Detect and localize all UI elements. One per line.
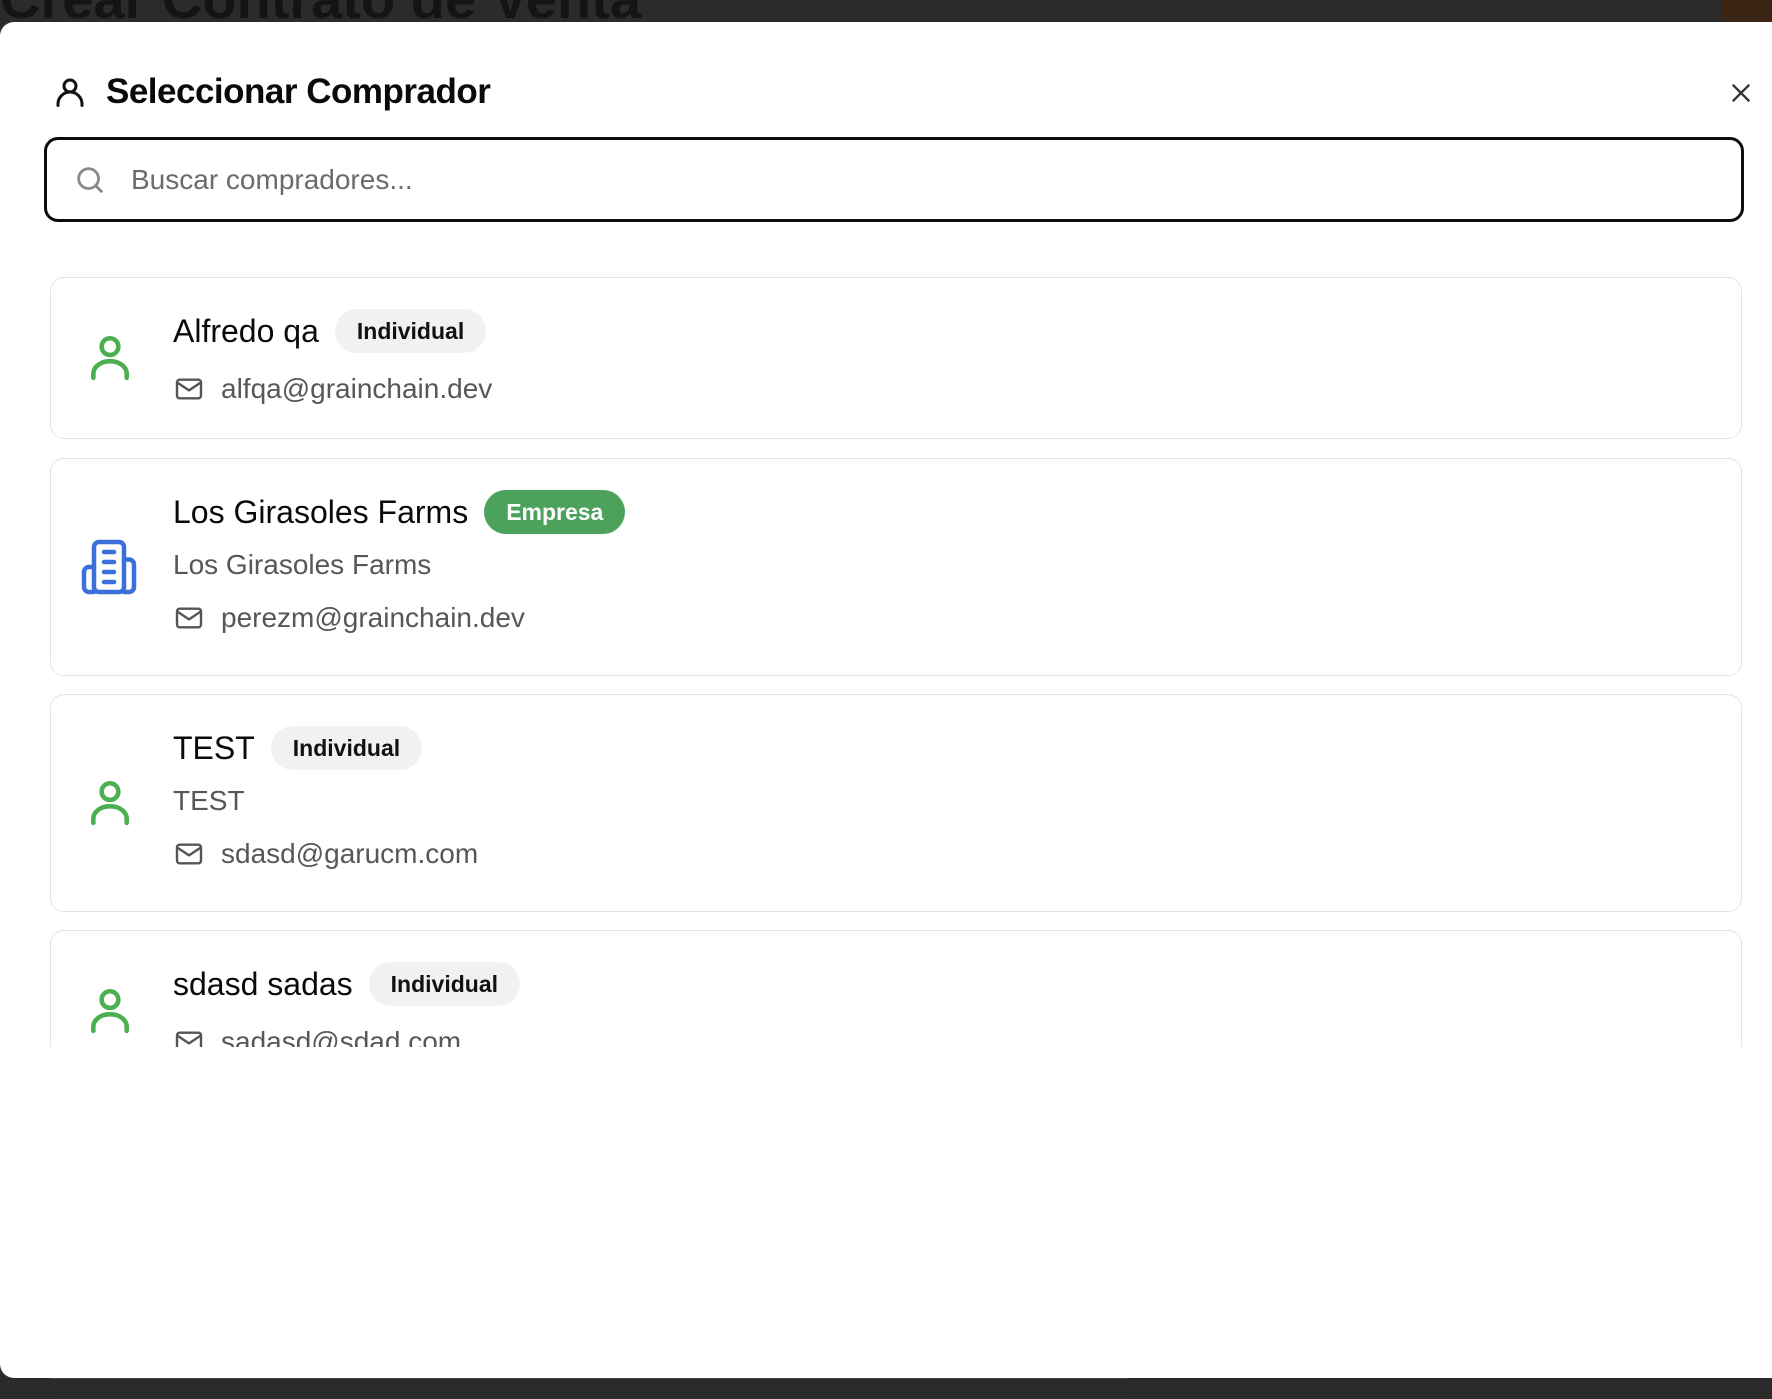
buyer-company: TEST <box>173 785 245 816</box>
buyer-card-alfredo-qa[interactable]: Alfredo qa Individual alfqa@grainchain.d… <box>50 277 1742 439</box>
user-icon <box>91 780 129 826</box>
user-icon <box>91 335 129 381</box>
mail-icon <box>175 378 203 400</box>
buyer-name: sdasd sadas <box>173 965 353 1002</box>
buyer-card-test[interactable]: TEST Individual TEST sdasd@garucm.com <box>50 694 1742 912</box>
select-buyer-dialog: Seleccionar Comprador Alfredo qa Individ… <box>0 22 1772 1378</box>
buyer-type-badge: Individual <box>334 309 487 353</box>
background-accent <box>1722 0 1772 24</box>
buyer-email: sdasd@garucm.com <box>221 838 479 869</box>
close-icon <box>1732 84 1750 102</box>
buyer-card-los-girasoles-farms[interactable]: Los Girasoles Farms Empresa Los Girasole… <box>50 458 1742 676</box>
buyer-card-sdasd-sadas[interactable]: sdasd sadas Individual sadasd@sdad.com <box>50 930 1742 1047</box>
mail-icon <box>175 607 203 629</box>
dialog-header: Seleccionar Comprador <box>52 72 491 112</box>
buyer-name: Alfredo qa <box>173 312 319 349</box>
buyer-email: sadasd@sdad.com <box>221 1026 462 1047</box>
buyer-type-badge: Individual <box>368 962 521 1006</box>
buyer-email: perezm@grainchain.dev <box>221 602 525 633</box>
dialog-title: Seleccionar Comprador <box>106 72 491 111</box>
buyer-email: alfqa@grainchain.dev <box>221 373 493 404</box>
buyer-list[interactable]: Alfredo qa Individual alfqa@grainchain.d… <box>50 277 1744 1047</box>
buyer-company: Los Girasoles Farms <box>173 549 432 580</box>
search-box <box>44 137 1744 222</box>
buyer-name: Los Girasoles Farms <box>173 493 469 530</box>
mail-icon <box>175 843 203 865</box>
search-icon <box>77 166 103 193</box>
user-icon <box>56 78 84 107</box>
buyer-name: TEST <box>173 729 255 766</box>
search-input[interactable] <box>129 162 1633 197</box>
buyer-type-badge: Individual <box>270 726 423 770</box>
building-icon <box>81 539 137 595</box>
mail-icon <box>175 1031 203 1047</box>
background-footer-strip <box>50 1378 1128 1399</box>
buyer-type-badge: Empresa <box>484 490 626 534</box>
user-icon <box>91 988 129 1034</box>
close-button[interactable] <box>1726 78 1756 108</box>
